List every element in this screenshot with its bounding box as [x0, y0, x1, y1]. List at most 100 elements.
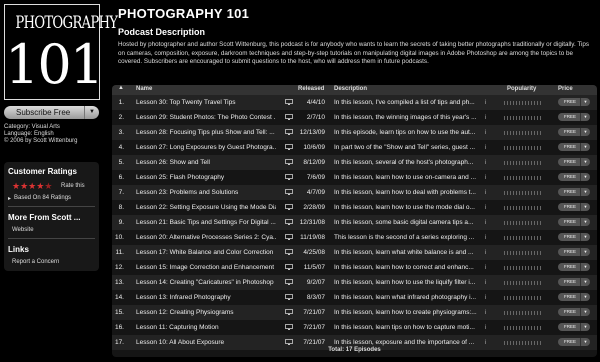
- chevron-down-icon[interactable]: ▼: [580, 323, 590, 331]
- free-button[interactable]: FREE ▼: [558, 203, 590, 211]
- info-icon[interactable]: i: [485, 174, 486, 181]
- free-button[interactable]: FREE ▼: [558, 338, 590, 346]
- free-button[interactable]: FREE ▼: [558, 263, 590, 271]
- chevron-down-icon[interactable]: ▼: [580, 278, 590, 286]
- episode-name[interactable]: Lesson 25: Flash Photography: [136, 174, 276, 181]
- table-row[interactable]: 6. Lesson 25: Flash Photography 7/6/09 In t…: [112, 170, 597, 185]
- chevron-down-icon[interactable]: ▼: [580, 233, 590, 241]
- info-icon[interactable]: i: [485, 264, 486, 271]
- table-row[interactable]: 3. Lesson 28: Focusing Tips plus Show and…: [112, 125, 597, 140]
- table-row[interactable]: 5. Lesson 26: Show and Tell 8/12/09 In this…: [112, 155, 597, 170]
- chevron-down-icon[interactable]: ▼: [580, 338, 590, 346]
- info-icon[interactable]: i: [485, 219, 486, 226]
- free-button[interactable]: FREE ▼: [558, 98, 590, 106]
- table-row[interactable]: 4. Lesson 27: Long Exposures by Guest Pho…: [112, 140, 597, 155]
- free-button[interactable]: FREE ▼: [558, 143, 590, 151]
- table-row[interactable]: 10. Lesson 20: Alternative Processes Seri…: [112, 230, 597, 245]
- free-button[interactable]: FREE ▼: [558, 188, 590, 196]
- info-icon[interactable]: i: [485, 339, 486, 346]
- episode-name[interactable]: Lesson 10: All About Exposure: [136, 339, 276, 346]
- info-icon[interactable]: i: [485, 99, 486, 106]
- table-row[interactable]: 14. Lesson 13: Infrared Photography 8/3/07…: [112, 290, 597, 305]
- chevron-down-icon[interactable]: ▼: [580, 308, 590, 316]
- info-icon[interactable]: i: [485, 294, 486, 301]
- chevron-down-icon[interactable]: ▼: [580, 188, 590, 196]
- report-concern-link[interactable]: Report a Concern: [12, 259, 59, 265]
- triangle-right-icon[interactable]: ▸: [8, 195, 11, 202]
- episode-name[interactable]: Lesson 27: Long Exposures by Guest Photo…: [136, 144, 276, 151]
- column-price[interactable]: Price: [558, 86, 573, 92]
- info-icon[interactable]: i: [485, 144, 486, 151]
- chevron-down-icon[interactable]: ▼: [84, 106, 99, 119]
- free-button[interactable]: FREE ▼: [558, 323, 590, 331]
- chevron-down-icon[interactable]: ▼: [580, 203, 590, 211]
- info-icon[interactable]: i: [485, 324, 486, 331]
- column-name[interactable]: Name: [136, 86, 152, 92]
- episode-name[interactable]: Lesson 12: Creating Physiograms: [136, 309, 276, 316]
- info-icon[interactable]: i: [485, 279, 486, 286]
- free-button[interactable]: FREE ▼: [558, 128, 590, 136]
- free-button[interactable]: FREE ▼: [558, 278, 590, 286]
- info-icon[interactable]: i: [485, 114, 486, 121]
- website-link[interactable]: Website: [12, 227, 34, 233]
- episode-name[interactable]: Lesson 22: Setting Exposure Using the Mo…: [136, 204, 276, 211]
- ratings-count[interactable]: Based On 84 Ratings: [14, 195, 71, 201]
- info-icon[interactable]: i: [485, 159, 486, 166]
- rating-stars: ★★★★★: [12, 181, 52, 192]
- info-icon[interactable]: i: [485, 204, 486, 211]
- info-icon[interactable]: i: [485, 234, 486, 241]
- free-button[interactable]: FREE ▼: [558, 308, 590, 316]
- table-row[interactable]: 2. Lesson 29: Student Photos: The Photo C…: [112, 110, 597, 125]
- episode-name[interactable]: Lesson 13: Infrared Photography: [136, 294, 276, 301]
- info-icon[interactable]: i: [485, 309, 486, 316]
- free-button[interactable]: FREE ▼: [558, 233, 590, 241]
- table-row[interactable]: 11. Lesson 17: White Balance and Color Co…: [112, 245, 597, 260]
- episode-name[interactable]: Lesson 23: Problems and Solutions: [136, 189, 276, 196]
- table-row[interactable]: 8. Lesson 22: Setting Exposure Using the …: [112, 200, 597, 215]
- table-row[interactable]: 16. Lesson 11: Capturing Motion 7/21/07 In …: [112, 320, 597, 335]
- info-icon[interactable]: i: [485, 189, 486, 196]
- episode-number: 1.: [118, 99, 124, 106]
- chevron-down-icon[interactable]: ▼: [580, 113, 590, 121]
- table-row[interactable]: 9. Lesson 21: Basic Tips and Settings For…: [112, 215, 597, 230]
- episode-name[interactable]: Lesson 15: Image Correction and Enhancem…: [136, 264, 276, 271]
- free-button[interactable]: FREE ▼: [558, 173, 590, 181]
- free-button[interactable]: FREE ▼: [558, 158, 590, 166]
- table-row[interactable]: 7. Lesson 23: Problems and Solutions 4/7/0…: [112, 185, 597, 200]
- free-button[interactable]: FREE ▼: [558, 293, 590, 301]
- chevron-down-icon[interactable]: ▼: [580, 158, 590, 166]
- chevron-down-icon[interactable]: ▼: [580, 143, 590, 151]
- column-released[interactable]: Released: [298, 86, 324, 92]
- chevron-down-icon[interactable]: ▼: [580, 263, 590, 271]
- episode-name[interactable]: Lesson 30: Top Twenty Travel Tips: [136, 99, 276, 106]
- free-button[interactable]: FREE ▼: [558, 218, 590, 226]
- table-row[interactable]: 12. Lesson 15: Image Correction and Enhan…: [112, 260, 597, 275]
- subscribe-button[interactable]: Subscribe Free ▼: [4, 106, 99, 119]
- chevron-down-icon[interactable]: ▼: [580, 293, 590, 301]
- table-row[interactable]: 15. Lesson 12: Creating Physiograms 7/21/0…: [112, 305, 597, 320]
- episode-name[interactable]: Lesson 11: Capturing Motion: [136, 324, 276, 331]
- episode-name[interactable]: Lesson 14: Creating "Caricatures" in Pho…: [136, 279, 276, 286]
- episode-name[interactable]: Lesson 28: Focusing Tips plus Show and T…: [136, 129, 276, 136]
- info-icon[interactable]: i: [485, 129, 486, 136]
- episode-name[interactable]: Lesson 29: Student Photos: The Photo Con…: [136, 114, 276, 121]
- table-row[interactable]: 1. Lesson 30: Top Twenty Travel Tips 4/4/1…: [112, 95, 597, 110]
- info-icon[interactable]: i: [485, 249, 486, 256]
- chevron-down-icon[interactable]: ▼: [580, 98, 590, 106]
- column-description[interactable]: Description: [334, 86, 367, 92]
- table-row[interactable]: 13. Lesson 14: Creating "Caricatures" in …: [112, 275, 597, 290]
- episode-name[interactable]: Lesson 26: Show and Tell: [136, 159, 276, 166]
- chevron-down-icon[interactable]: ▼: [580, 218, 590, 226]
- column-popularity[interactable]: Popularity: [507, 86, 536, 92]
- chevron-down-icon[interactable]: ▼: [580, 248, 590, 256]
- rate-this-link[interactable]: Rate this: [61, 183, 85, 189]
- episode-name[interactable]: Lesson 17: White Balance and Color Corre…: [136, 249, 276, 256]
- free-button[interactable]: FREE ▼: [558, 248, 590, 256]
- podcast-artwork[interactable]: PHOTOGRAPHY 101: [4, 4, 118, 100]
- episode-name[interactable]: Lesson 20: Alternative Processes Series …: [136, 234, 276, 241]
- episode-name[interactable]: Lesson 21: Basic Tips and Settings For D…: [136, 219, 276, 226]
- sort-icon[interactable]: ▲: [118, 85, 124, 91]
- chevron-down-icon[interactable]: ▼: [580, 173, 590, 181]
- free-button[interactable]: FREE ▼: [558, 113, 590, 121]
- chevron-down-icon[interactable]: ▼: [580, 128, 590, 136]
